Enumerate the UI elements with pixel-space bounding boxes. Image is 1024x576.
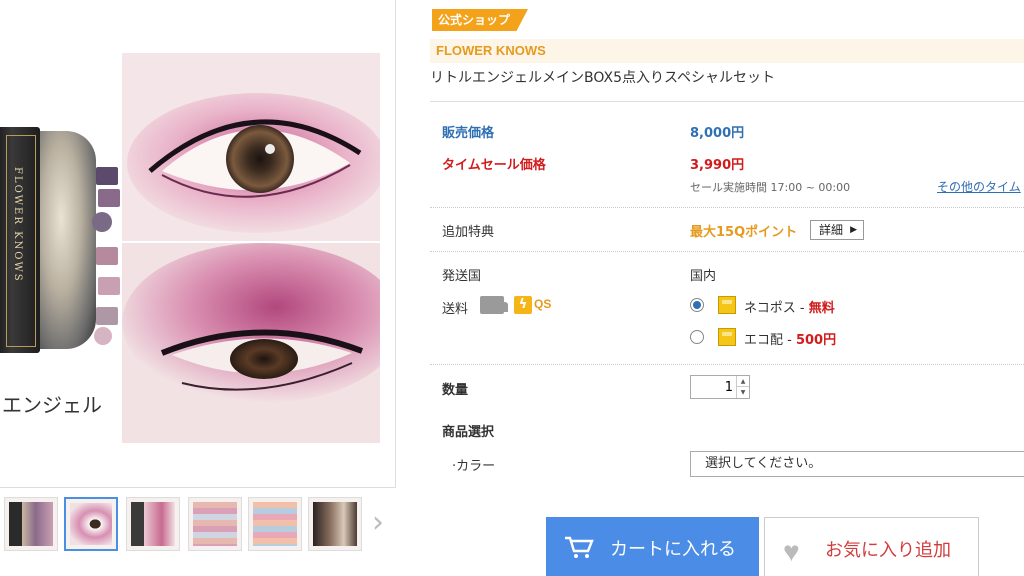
product-selection-label: 商品選択 bbox=[442, 425, 495, 440]
shipping-option-price: 無料 bbox=[808, 301, 835, 316]
eye-makeup-photo-top bbox=[122, 53, 380, 241]
shipping-option-name: エコ配 - bbox=[744, 333, 796, 348]
thumbnail-eye-active[interactable] bbox=[64, 497, 118, 551]
gallery-caption: エンジェル bbox=[2, 393, 102, 417]
shipping-option-price: 500円 bbox=[795, 333, 837, 348]
divider bbox=[430, 251, 1024, 252]
add-to-cart-label: カートに入れる bbox=[610, 539, 736, 560]
shipping-option-radio-nekopos[interactable] bbox=[690, 298, 704, 312]
add-to-favorites-button[interactable]: ♥ お気に入り追加 bbox=[764, 517, 979, 576]
other-timesale-link[interactable]: その他のタイム bbox=[937, 178, 1021, 195]
eyeshadow-palette-image: FLOWER KNOWS bbox=[0, 127, 122, 353]
timesale-price-value: 3,990円 bbox=[690, 158, 745, 173]
lightning-icon: ϟ bbox=[514, 296, 532, 314]
quantity-spinner[interactable]: ▲ ▼ bbox=[736, 376, 749, 398]
timesale-period: セール実施時間 17:00 ~ 00:00 bbox=[690, 181, 851, 194]
product-title: リトルエンジェルメインBOX5点入りスペシャルセット bbox=[430, 70, 775, 86]
bonus-detail-button[interactable]: 詳細 ▶ bbox=[810, 220, 865, 240]
ship-origin-value: 国内 bbox=[690, 269, 717, 284]
timesale-price-label: タイムセール価格 bbox=[442, 158, 546, 173]
thumbnail-strip bbox=[0, 497, 400, 555]
quantity-input[interactable] bbox=[691, 376, 737, 398]
brand-row: FLOWER KNOWS bbox=[430, 39, 1024, 63]
bonus-label: 追加特典 bbox=[442, 225, 495, 240]
quantity-label: 数量 bbox=[442, 383, 469, 398]
shipping-option-radio-ecohai[interactable] bbox=[690, 330, 704, 344]
package-icon bbox=[718, 296, 736, 314]
eye-makeup-photo-bottom bbox=[122, 243, 380, 443]
shipping-option-name: ネコポス - bbox=[744, 301, 809, 316]
add-to-cart-button[interactable]: カートに入れる bbox=[546, 517, 759, 576]
shipping-option-nekopos[interactable]: ネコポス - 無料 bbox=[744, 297, 835, 316]
brand-name[interactable]: FLOWER KNOWS bbox=[436, 43, 546, 58]
chevron-up-icon[interactable]: ▲ bbox=[737, 376, 749, 387]
truck-icon bbox=[480, 296, 508, 314]
product-image-gallery[interactable]: FLOWER KNOWS エンジェル bbox=[0, 0, 396, 488]
cart-icon bbox=[565, 536, 594, 558]
qs-label: QS bbox=[534, 297, 552, 311]
chevron-right-icon[interactable]: › bbox=[372, 508, 384, 538]
thumbnail-swatches-2[interactable] bbox=[248, 497, 302, 551]
thumbnail-swatches[interactable] bbox=[188, 497, 242, 551]
bonus-points: 最大15Qポイント bbox=[690, 225, 798, 240]
sale-price-label: 販売価格 bbox=[442, 126, 495, 141]
sale-price-value: 8,000円 bbox=[690, 126, 745, 141]
color-option-label: ·カラー bbox=[452, 459, 496, 474]
triangle-right-icon: ▶ bbox=[850, 225, 858, 235]
shipping-option-ecohai[interactable]: エコ配 - 500円 bbox=[744, 329, 836, 348]
ship-origin-label: 発送国 bbox=[442, 269, 482, 284]
thumbnail-palette[interactable] bbox=[4, 497, 58, 551]
heart-icon: ♥ bbox=[783, 536, 800, 567]
divider bbox=[430, 207, 1024, 208]
color-select[interactable]: 選択してください。 bbox=[690, 451, 1024, 477]
official-shop-badge: 公式ショップ bbox=[432, 9, 529, 31]
shipping-fee-label: 送料 bbox=[442, 302, 469, 317]
package-icon bbox=[718, 328, 736, 346]
thumbnail-store[interactable] bbox=[308, 497, 362, 551]
quantity-stepper[interactable]: ▲ ▼ bbox=[690, 375, 750, 399]
divider bbox=[430, 101, 1024, 102]
detail-button-label: 詳細 bbox=[819, 223, 844, 237]
add-to-favorites-label: お気に入り追加 bbox=[825, 540, 951, 560]
chevron-down-icon[interactable]: ▼ bbox=[737, 387, 749, 398]
thumbnail-palette-eye[interactable] bbox=[126, 497, 180, 551]
divider bbox=[430, 364, 1024, 365]
